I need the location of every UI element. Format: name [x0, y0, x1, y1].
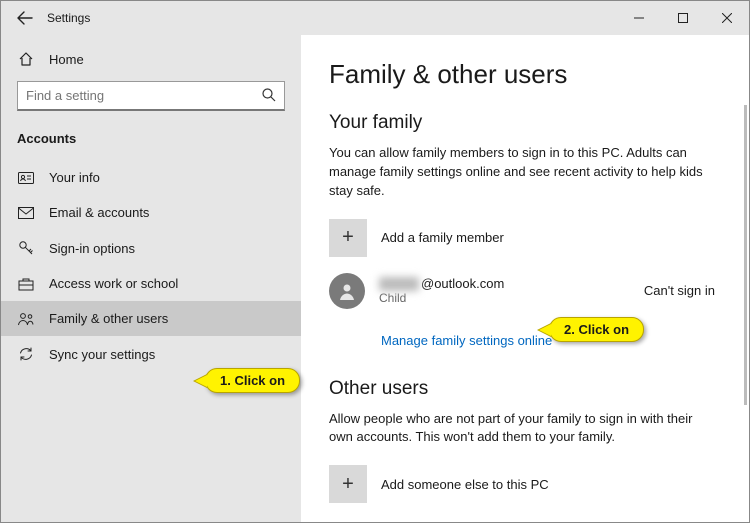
search-wrap	[17, 81, 285, 111]
title-bar: Settings	[1, 1, 749, 35]
sidebar-item-label: Access work or school	[49, 276, 178, 291]
arrow-left-icon	[17, 10, 33, 26]
close-button[interactable]	[705, 2, 749, 34]
sidebar-item-sync-settings[interactable]: Sync your settings	[1, 336, 301, 372]
other-users-description: Allow people who are not part of your fa…	[329, 410, 709, 448]
sidebar-item-email-accounts[interactable]: Email & accounts	[1, 195, 301, 230]
callout-2: 2. Click on	[549, 317, 644, 342]
sidebar-home[interactable]: Home	[1, 43, 301, 75]
page-title: Family & other users	[329, 59, 721, 90]
email-redacted	[379, 277, 419, 291]
family-member-row[interactable]: @outlook.com Child Can't sign in	[329, 273, 721, 309]
home-icon	[17, 51, 35, 67]
sidebar-section-header: Accounts	[1, 125, 301, 160]
sidebar-home-label: Home	[49, 52, 84, 67]
plus-icon: +	[329, 465, 367, 503]
window-controls	[617, 2, 749, 34]
people-icon	[17, 312, 35, 326]
callout-text: 1. Click on	[220, 373, 285, 388]
main-content: Family & other users Your family You can…	[301, 35, 749, 522]
member-email: @outlook.com	[379, 276, 504, 291]
maximize-button[interactable]	[661, 2, 705, 34]
search-icon	[261, 87, 277, 103]
sidebar-item-label: Your info	[49, 170, 100, 185]
minimize-button[interactable]	[617, 2, 661, 34]
id-card-icon	[17, 171, 35, 185]
sidebar-item-label: Sync your settings	[49, 347, 155, 362]
mail-icon	[17, 207, 35, 219]
family-heading: Your family	[329, 112, 721, 134]
add-other-user-button[interactable]: + Add someone else to this PC	[329, 465, 721, 503]
add-family-member-button[interactable]: + Add a family member	[329, 219, 721, 257]
family-description: You can allow family members to sign in …	[329, 144, 709, 201]
search-input[interactable]	[17, 81, 285, 111]
person-icon	[337, 281, 357, 301]
sidebar-item-label: Email & accounts	[49, 205, 149, 220]
avatar	[329, 273, 365, 309]
minimize-icon	[634, 13, 644, 23]
scrollbar[interactable]	[744, 105, 747, 405]
plus-icon: +	[329, 219, 367, 257]
key-icon	[17, 240, 35, 256]
callout-1: 1. Click on	[205, 368, 300, 393]
sidebar-item-signin-options[interactable]: Sign-in options	[1, 230, 301, 266]
sidebar-item-label: Family & other users	[49, 311, 168, 326]
callout-text: 2. Click on	[564, 322, 629, 337]
email-domain: @outlook.com	[421, 276, 504, 291]
back-button[interactable]	[9, 2, 41, 34]
add-family-label: Add a family member	[381, 230, 504, 245]
member-role: Child	[379, 291, 504, 305]
manage-family-link[interactable]: Manage family settings online	[381, 333, 552, 348]
briefcase-icon	[17, 277, 35, 291]
other-users-heading: Other users	[329, 378, 721, 400]
maximize-icon	[678, 13, 688, 23]
sidebar-item-label: Sign-in options	[49, 241, 135, 256]
add-other-label: Add someone else to this PC	[381, 477, 549, 492]
sidebar-item-family-other-users[interactable]: Family & other users	[1, 301, 301, 336]
sidebar: Home TenForums.com Accounts Your info Em…	[1, 35, 301, 522]
sync-icon	[17, 346, 35, 362]
member-info: @outlook.com Child	[379, 276, 504, 305]
member-status: Can't sign in	[644, 283, 721, 298]
sidebar-item-access-work-school[interactable]: Access work or school	[1, 266, 301, 301]
window-title: Settings	[47, 11, 90, 25]
sidebar-item-your-info[interactable]: Your info	[1, 160, 301, 195]
close-icon	[722, 13, 732, 23]
